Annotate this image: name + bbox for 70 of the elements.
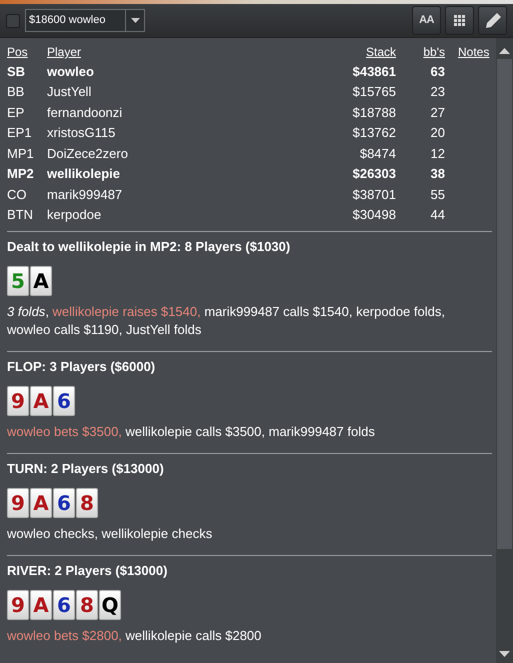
- column-header[interactable]: Player: [47, 45, 82, 59]
- playing-card: 9: [7, 386, 29, 416]
- big-blinds-count: 12: [430, 146, 445, 160]
- position-text: CO: [7, 186, 26, 202]
- position-text: MP2: [7, 166, 34, 181]
- playing-card: 9: [7, 590, 29, 620]
- font-size-button[interactable]: AA: [412, 6, 441, 35]
- big-blinds-count: 20: [430, 125, 445, 140]
- playing-card: Q: [99, 590, 121, 620]
- position-text: BTN: [7, 207, 33, 222]
- player-name: fernandoonzi: [47, 104, 122, 120]
- big-blinds-count: 63: [430, 64, 445, 78]
- big-blinds-count: 27: [430, 104, 445, 120]
- action-summary: wowleo bets $3500, wellikolepie calls $3500, marik999487 folds: [7, 423, 376, 441]
- column-header[interactable]: Stack: [366, 45, 396, 59]
- position-text: EP1: [7, 125, 32, 140]
- playing-card: 8: [76, 590, 98, 620]
- player-name: kerpodoe: [47, 207, 102, 222]
- playing-card: 6: [53, 590, 75, 620]
- big-blinds-count: 44: [430, 207, 445, 222]
- playing-card: 6: [53, 386, 75, 416]
- player-name: DoiZece2zero: [47, 146, 128, 160]
- big-blinds-count: 38: [430, 166, 445, 181]
- player-name: wowleo: [47, 64, 94, 78]
- column-header[interactable]: Pos: [7, 45, 28, 59]
- player-dropdown[interactable]: $18600 wowleo: [25, 9, 145, 32]
- grid-button[interactable]: [445, 6, 474, 35]
- caret-icon: [130, 18, 140, 23]
- scroll-down-icon[interactable]: [499, 651, 510, 657]
- playing-card: 5: [7, 266, 29, 296]
- playing-card: 6: [53, 488, 75, 518]
- stack-amount: $26303: [352, 166, 396, 181]
- player-name: JustYell: [47, 84, 92, 99]
- big-blinds-count: 23: [430, 84, 445, 99]
- player-name: wellikolepie: [47, 166, 120, 181]
- position-text: EP: [7, 104, 24, 120]
- street-heading: TURN: 2 Players ($13000): [7, 461, 165, 477]
- street-heading: FLOP: 3 Players ($6000): [7, 359, 156, 375]
- stack-amount: $15765: [352, 84, 396, 99]
- street-heading: RIVER: 2 Players ($13000): [7, 563, 168, 579]
- big-blinds-count: 55: [430, 186, 445, 202]
- edit-button[interactable]: [478, 6, 507, 35]
- playing-card: A: [30, 386, 52, 416]
- position-text: SB: [7, 64, 26, 78]
- player-name: xristosG115: [47, 125, 116, 140]
- grid-icon: [454, 14, 466, 26]
- playing-card: A: [30, 266, 52, 296]
- playing-card: A: [30, 590, 52, 620]
- position-text: BB: [7, 84, 24, 99]
- position-text: MP1: [7, 146, 34, 160]
- stack-amount: $30498: [352, 207, 396, 222]
- player-name: marik999487: [47, 186, 122, 202]
- action-summary: 3 folds, wellikolepie raises $1540, marik999487 calls $1540, kerpodoe folds, wowleo calls $1190, JustYell folds: [7, 303, 446, 339]
- stack-amount: $38701: [352, 186, 396, 202]
- stack-amount: $43861: [352, 64, 396, 78]
- playing-card: A: [30, 488, 52, 518]
- scroll-up-icon[interactable]: [499, 48, 510, 54]
- stack-amount: $18788: [352, 104, 396, 120]
- column-header[interactable]: Notes: [458, 45, 490, 59]
- playing-card: 9: [7, 488, 29, 518]
- stack-amount: $13762: [352, 125, 396, 140]
- stack-amount: $8474: [360, 146, 396, 160]
- scrollbar[interactable]: [496, 38, 513, 663]
- action-summary: wowleo bets $2800, wellikolepie calls $2800: [7, 627, 262, 645]
- checkbox[interactable]: [6, 14, 20, 28]
- action-summary: wowleo checks, wellikolepie checks: [7, 525, 214, 543]
- street-heading: Dealt to wellikolepie in MP2: 8 Players ($1030): [7, 239, 292, 255]
- pencil-icon: [484, 12, 502, 30]
- playing-card: 8: [76, 488, 98, 518]
- column-header[interactable]: bb's: [423, 45, 445, 59]
